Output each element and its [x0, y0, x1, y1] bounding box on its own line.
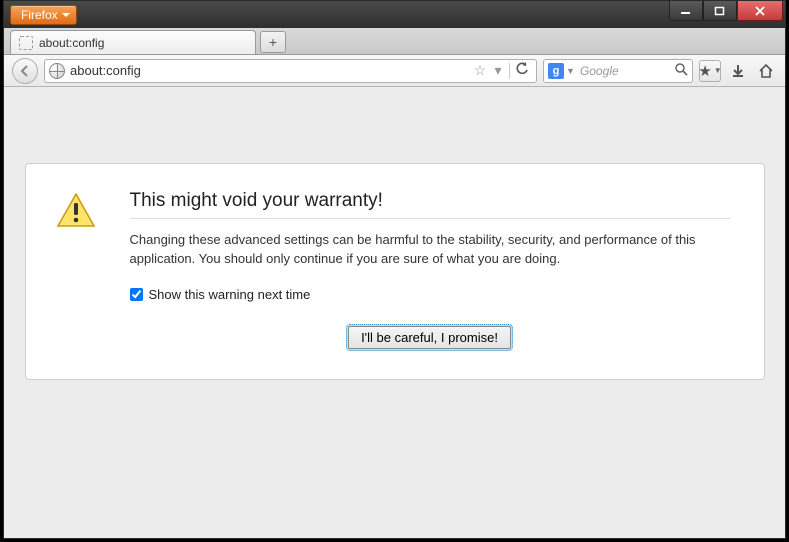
url-text: about:config — [70, 63, 471, 78]
minimize-icon — [680, 6, 692, 16]
url-history-dropdown-icon[interactable]: ▾ — [489, 62, 507, 79]
warning-title: This might void your warranty! — [130, 190, 730, 219]
maximize-button[interactable] — [703, 1, 737, 21]
magnifier-icon — [674, 62, 688, 76]
bookmark-star-icon[interactable]: ☆ — [471, 62, 489, 79]
home-button[interactable] — [755, 60, 777, 82]
home-icon — [758, 63, 774, 79]
minimize-button[interactable] — [669, 1, 703, 21]
warning-triangle-icon — [56, 190, 100, 349]
search-engine-icon: g — [548, 63, 564, 79]
plus-icon: + — [269, 34, 277, 50]
globe-icon — [49, 63, 65, 79]
reload-button[interactable] — [512, 62, 532, 79]
navigation-toolbar: about:config ☆ ▾ g ▼ Google ★▼ — [4, 55, 785, 87]
warning-description: Changing these advanced settings can be … — [130, 231, 730, 269]
warning-body: This might void your warranty! Changing … — [130, 190, 730, 349]
reload-icon — [515, 62, 529, 76]
show-warning-label: Show this warning next time — [149, 287, 311, 302]
tab-strip: about:config + — [4, 28, 785, 55]
new-tab-button[interactable]: + — [260, 31, 286, 53]
search-bar[interactable]: g ▼ Google — [543, 59, 693, 83]
close-button[interactable] — [737, 1, 783, 21]
search-go-button[interactable] — [674, 62, 688, 79]
download-arrow-icon — [730, 63, 746, 79]
firefox-menu-button[interactable]: Firefox — [10, 5, 77, 25]
window-controls — [669, 1, 783, 21]
chevron-down-icon: ▼ — [714, 66, 722, 75]
show-warning-checkbox[interactable] — [130, 288, 143, 301]
browser-window: Firefox about:config + — [3, 0, 786, 539]
tab-title: about:config — [39, 36, 104, 50]
show-warning-checkbox-row[interactable]: Show this warning next time — [130, 287, 730, 302]
titlebar: Firefox — [4, 1, 785, 28]
accept-warning-button[interactable]: I'll be careful, I promise! — [348, 326, 511, 349]
downloads-button[interactable] — [727, 60, 749, 82]
tab-about-config[interactable]: about:config — [10, 30, 256, 54]
search-engine-dropdown-icon[interactable]: ▼ — [566, 66, 575, 76]
back-button[interactable] — [12, 58, 38, 84]
action-row: I'll be careful, I promise! — [130, 326, 730, 349]
separator — [509, 63, 510, 79]
content-area: This might void your warranty! Changing … — [4, 87, 785, 538]
bookmarks-menu-button[interactable]: ★▼ — [699, 60, 721, 82]
firefox-menu-label: Firefox — [21, 8, 58, 22]
back-arrow-icon — [18, 64, 32, 78]
close-icon — [754, 6, 766, 16]
tab-favicon-placeholder-icon — [19, 36, 33, 50]
warning-panel: This might void your warranty! Changing … — [25, 163, 765, 380]
bookmark-filled-star-icon: ★ — [698, 62, 711, 80]
maximize-icon — [714, 6, 726, 16]
search-placeholder: Google — [577, 64, 674, 78]
url-bar[interactable]: about:config ☆ ▾ — [44, 59, 537, 83]
